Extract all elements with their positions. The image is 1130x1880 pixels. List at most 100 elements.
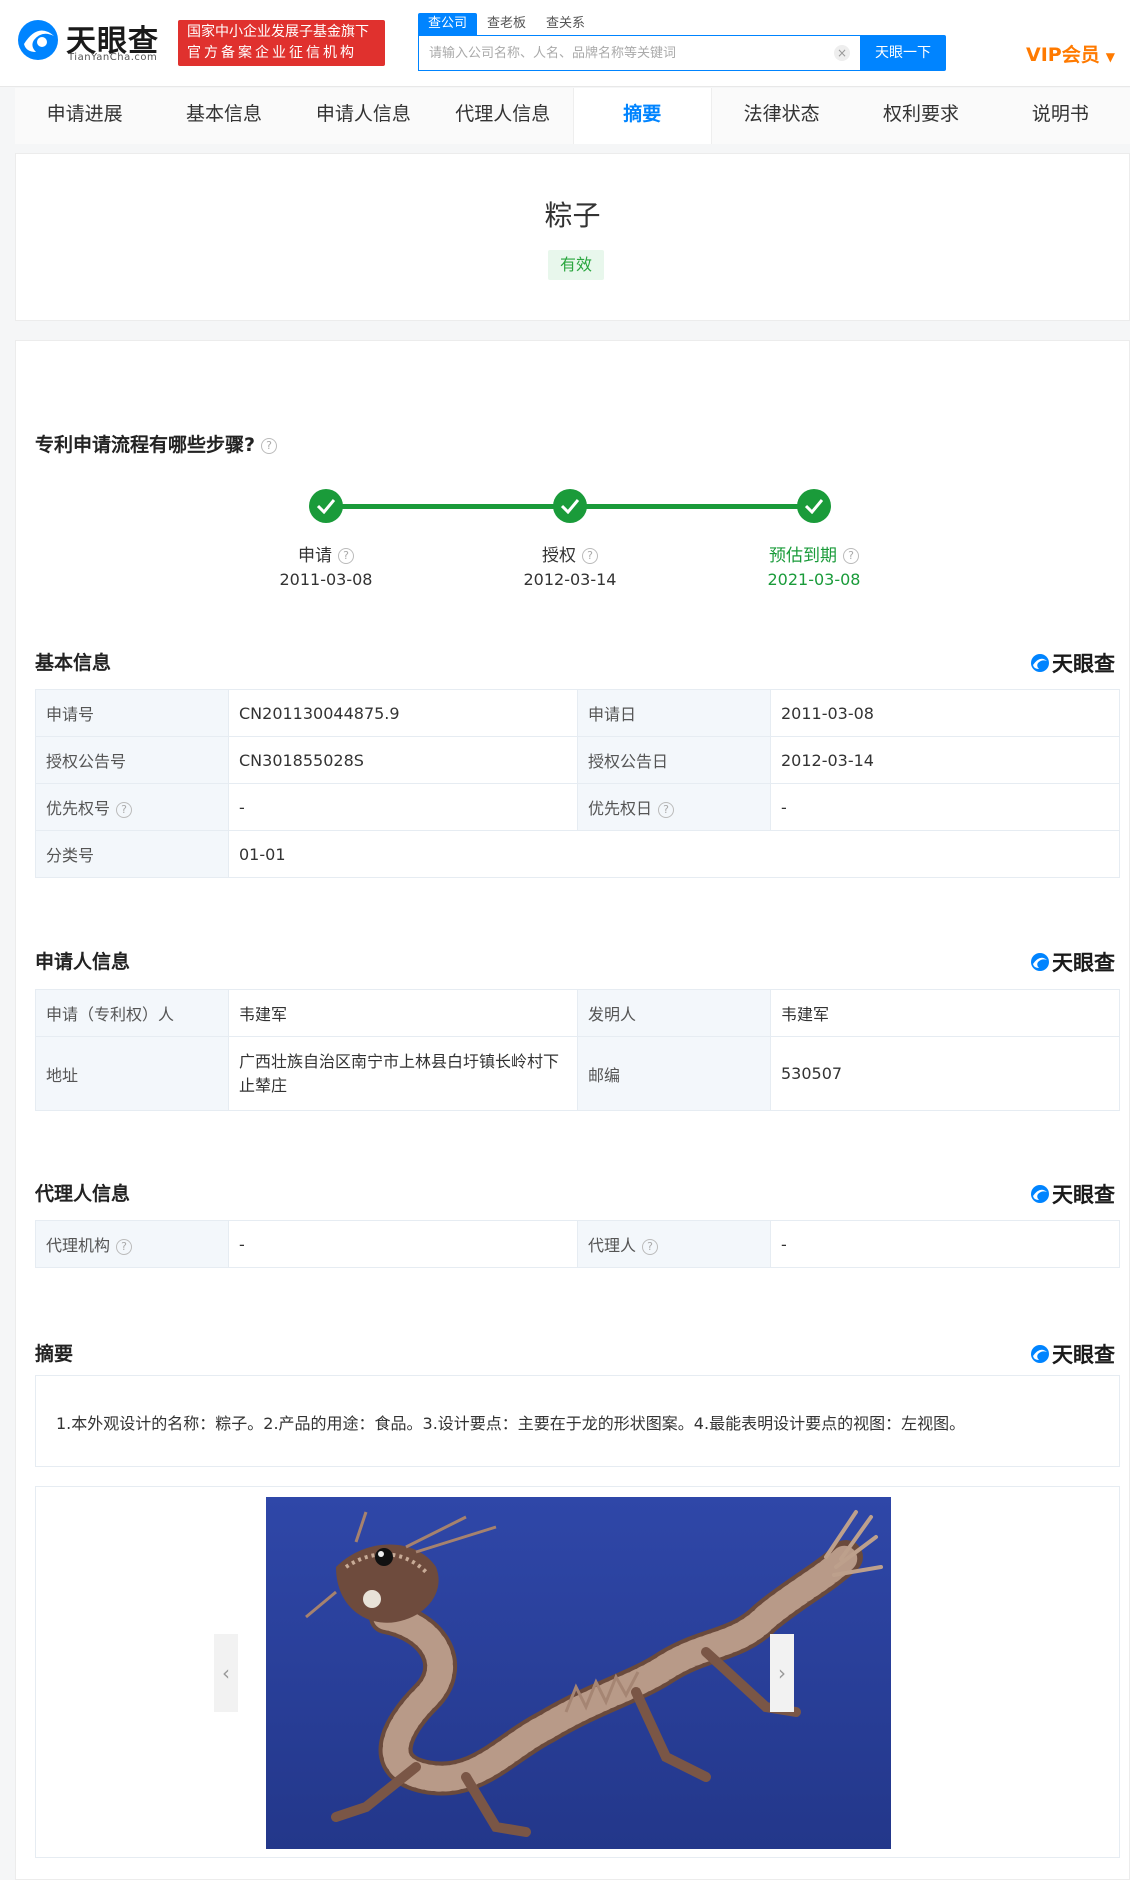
agent-info-heading: 代理人信息	[35, 1183, 131, 1205]
step-date-expire: 2021-03-08	[767, 570, 861, 589]
field-value: -	[770, 783, 1120, 831]
tab-claims[interactable]: 权利要求	[851, 88, 991, 144]
tab-search-relation[interactable]: 查关系	[536, 13, 595, 35]
brand-watermark: 天眼查	[1030, 1339, 1115, 1369]
step-label-apply: 申请?	[246, 541, 406, 566]
brand-watermark: 天眼查	[1030, 947, 1115, 977]
search-tabs: 查公司 查老板 查关系	[418, 13, 595, 35]
abstract-text: 1.本外观设计的名称：粽子。2.产品的用途：食品。3.设计要点：主要在于龙的形状…	[35, 1375, 1120, 1467]
next-arrow-icon[interactable]: ›	[770, 1634, 794, 1712]
applicant-info-table: 申请（专利权）人 韦建军 发明人 韦建军 地址 广西壮族自治区南宁市上林县白圩镇…	[35, 989, 1120, 1111]
step-label-text: 申请	[298, 546, 332, 566]
table-row: 代理机构? - 代理人? -	[35, 1220, 1120, 1268]
basic-info-heading: 基本信息	[35, 652, 112, 674]
help-icon[interactable]: ?	[116, 801, 133, 818]
official-badge: 国家中小企业发展子基金旗下 官方备案企业征信机构	[178, 20, 385, 66]
process-heading-text: 专利申请流程有哪些步骤?	[35, 434, 256, 456]
field-label: 发明人	[577, 989, 771, 1037]
brand-text: 天眼查	[1052, 1343, 1115, 1367]
field-value: 韦建军	[770, 989, 1120, 1037]
table-row: 分类号 01-01	[35, 830, 1120, 878]
help-icon[interactable]: ?	[658, 801, 675, 818]
step-label-grant: 授权?	[490, 541, 650, 566]
field-label: 申请号	[35, 689, 229, 737]
field-label: 代理人?	[577, 1220, 771, 1268]
help-icon[interactable]: ?	[261, 437, 278, 454]
field-value: -	[770, 1220, 1120, 1268]
vip-menu[interactable]: VIP会员 ▼	[1026, 40, 1115, 67]
tab-search-company[interactable]: 查公司	[418, 13, 478, 35]
abstract-heading: 摘要	[35, 1343, 74, 1365]
site-logo[interactable]: 天眼查 TianYanCha.com	[16, 16, 168, 66]
eye-logo-icon	[18, 20, 58, 60]
eye-logo-icon	[1031, 953, 1049, 971]
tab-progress[interactable]: 申请进展	[15, 88, 155, 144]
search-button[interactable]: 天眼一下	[860, 35, 946, 71]
help-icon[interactable]: ?	[582, 548, 598, 564]
step-date-grant: 2012-03-14	[523, 570, 617, 589]
field-value: 广西壮族自治区南宁市上林县白圩镇长岭村下止辇庄	[228, 1036, 578, 1111]
design-image[interactable]	[266, 1497, 891, 1849]
agent-info-table: 代理机构? - 代理人? -	[35, 1220, 1120, 1268]
applicant-link[interactable]: 韦建军	[228, 989, 578, 1037]
field-label-text: 优先权日	[588, 799, 653, 818]
tab-search-boss[interactable]: 查老板	[477, 13, 536, 35]
step-node-apply	[309, 489, 343, 523]
brand-text: 天眼查	[1052, 652, 1115, 676]
step-date-apply: 2011-03-08	[279, 570, 373, 589]
clear-icon[interactable]: ×	[834, 45, 850, 61]
badge-line-2: 官方备案企业征信机构	[187, 45, 357, 61]
image-gallery: ‹ ›	[35, 1486, 1120, 1858]
step-node-grant	[553, 489, 587, 523]
eye-logo-icon	[1031, 1185, 1049, 1203]
brand-text: 天眼查	[1052, 951, 1115, 975]
help-icon[interactable]: ?	[642, 1238, 659, 1255]
field-label: 优先权号?	[35, 783, 229, 831]
tab-legal-status[interactable]: 法律状态	[711, 88, 852, 144]
logo-subtext: TianYanCha.com	[68, 52, 158, 63]
eye-logo-icon	[1031, 1345, 1049, 1363]
tab-basic-info[interactable]: 基本信息	[154, 88, 294, 144]
field-label: 分类号	[35, 830, 229, 878]
brand-watermark: 天眼查	[1030, 1179, 1115, 1209]
field-label: 授权公告号	[35, 736, 229, 784]
field-value: CN301855028S	[228, 736, 578, 784]
field-label: 申请日	[577, 689, 771, 737]
applicant-info-heading: 申请人信息	[35, 951, 131, 973]
prev-arrow-icon[interactable]: ‹	[214, 1634, 238, 1712]
table-row: 申请号 CN201130044875.9 申请日 2011-03-08	[35, 689, 1120, 737]
step-label-text: 授权	[542, 546, 576, 566]
tab-abstract[interactable]: 摘要	[572, 88, 712, 144]
table-row: 地址 广西壮族自治区南宁市上林县白圩镇长岭村下止辇庄 邮编 530507	[35, 1036, 1120, 1111]
field-value: 01-01	[228, 830, 1120, 878]
search-input[interactable]	[419, 36, 860, 70]
help-icon[interactable]: ?	[338, 548, 354, 564]
tab-applicant-info[interactable]: 申请人信息	[293, 88, 434, 144]
field-label: 授权公告日	[577, 736, 771, 784]
field-label: 优先权日?	[577, 783, 771, 831]
brand-text: 天眼查	[1052, 1183, 1115, 1207]
section-nav: 申请进展 基本信息 申请人信息 代理人信息 摘要 法律状态 权利要求 说明书	[15, 88, 1130, 144]
process-heading: 专利申请流程有哪些步骤??	[35, 430, 278, 457]
step-label-expire: 预估到期?	[734, 541, 894, 566]
tab-description[interactable]: 说明书	[990, 88, 1130, 144]
vip-label: VIP会员	[1026, 44, 1100, 66]
field-value: 2012-03-14	[770, 736, 1120, 784]
help-icon[interactable]: ?	[843, 548, 859, 564]
basic-info-table: 申请号 CN201130044875.9 申请日 2011-03-08 授权公告…	[35, 689, 1120, 878]
field-value: CN201130044875.9	[228, 689, 578, 737]
badge-line-1: 国家中小企业发展子基金旗下	[187, 24, 369, 40]
help-icon[interactable]: ?	[116, 1238, 133, 1255]
patent-title: 粽子	[544, 199, 601, 232]
step-node-expire	[797, 489, 831, 523]
field-label-text: 优先权号	[46, 799, 111, 818]
table-row: 申请（专利权）人 韦建军 发明人 韦建军	[35, 989, 1120, 1037]
tab-agent-info[interactable]: 代理人信息	[433, 88, 573, 144]
table-row: 优先权号? - 优先权日? -	[35, 783, 1120, 831]
field-label-text: 代理机构	[46, 1236, 111, 1255]
brand-watermark: 天眼查	[1030, 648, 1115, 678]
status-badge: 有效	[548, 250, 604, 280]
patent-title-card: 粽子	[15, 153, 1130, 321]
check-icon	[317, 499, 335, 514]
field-value: 530507	[770, 1036, 1120, 1111]
